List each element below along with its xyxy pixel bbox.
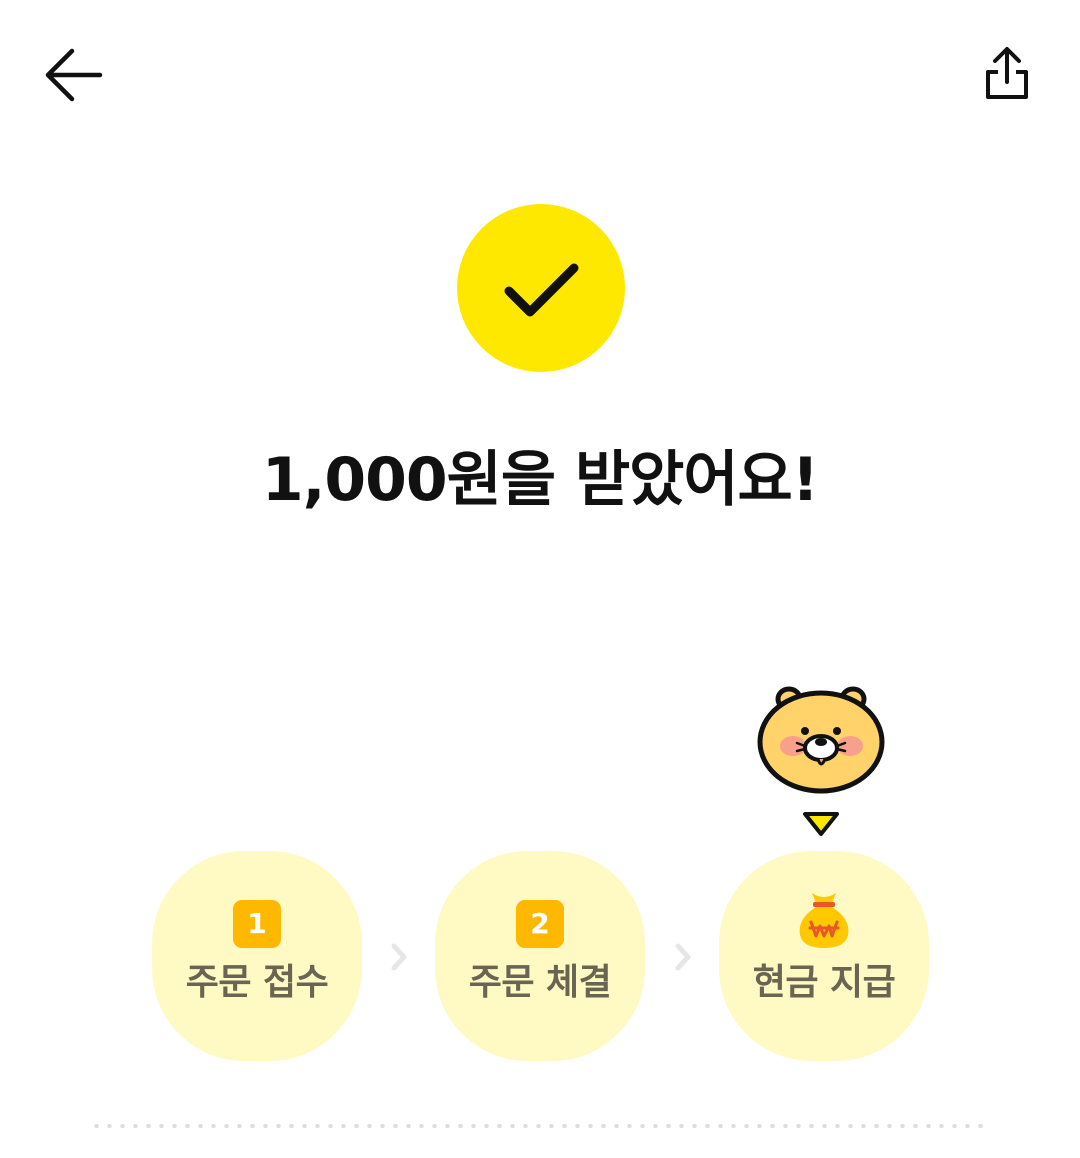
chevron-right-icon [391,943,407,971]
success-message: 1,000원을 받았어요! [261,445,819,515]
share-button[interactable] [975,42,1039,106]
dotted-divider [90,1124,990,1128]
money-bag-icon [799,893,849,948]
step-label: 현금 지급 [752,962,896,1003]
current-step-pointer-icon [803,812,839,836]
step-label: 주문 체결 [468,962,612,1003]
step-cash-payment: 현금 지급 [719,851,929,1061]
success-badge [457,204,625,372]
back-button[interactable] [40,44,110,106]
step-number-badge: 2 [516,900,564,948]
step-order-received: 1 주문 접수 [152,851,362,1061]
step-order-executed: 2 주문 체결 [435,851,645,1061]
chevron-right-icon [675,943,691,971]
share-icon [986,47,1028,99]
step-number-badge: 1 [233,900,281,948]
arrow-left-icon [45,48,103,102]
checkmark-icon [504,263,579,317]
step-label: 주문 접수 [185,962,329,1003]
lion-character-icon [757,686,885,794]
